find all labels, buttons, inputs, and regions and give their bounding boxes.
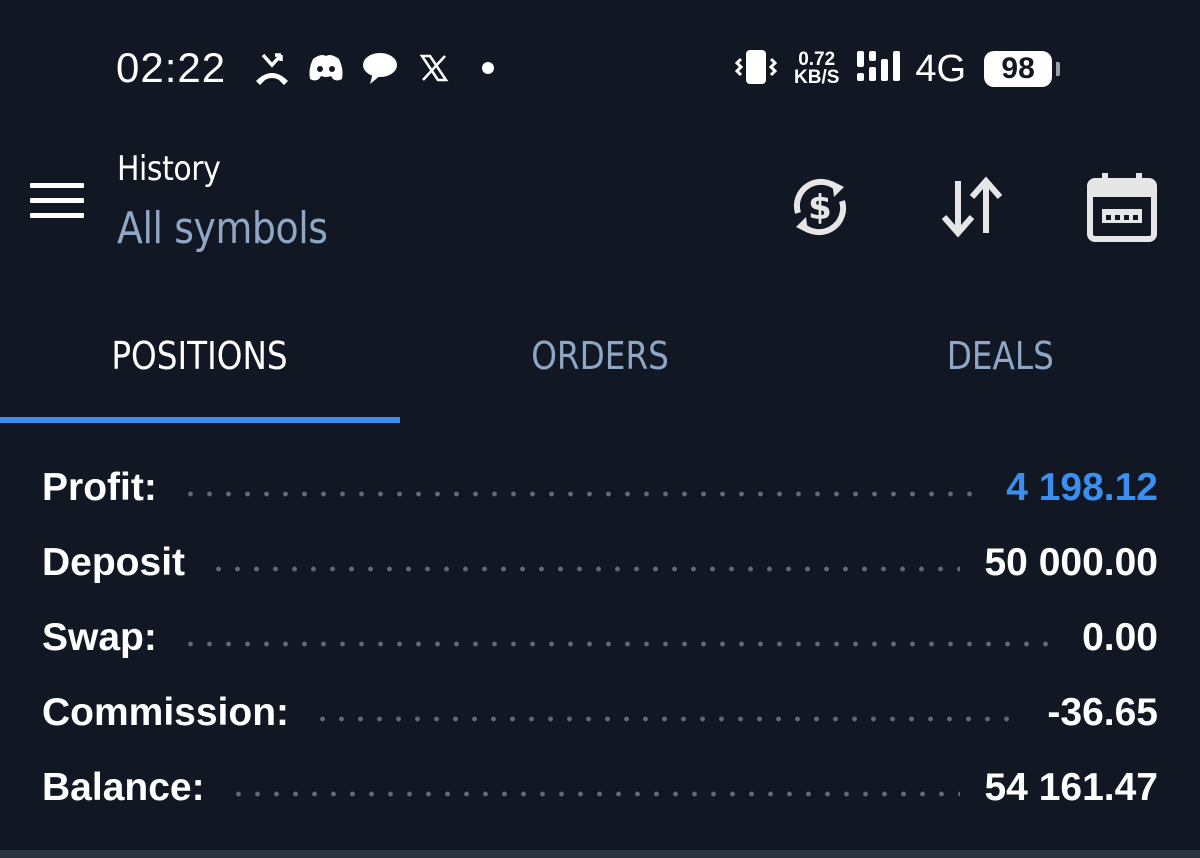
summary-value: 0.00 bbox=[1082, 615, 1158, 659]
dot-leader bbox=[313, 715, 1024, 722]
toolbar: History All symbols $ bbox=[0, 135, 1200, 285]
summary-label: Profit: bbox=[42, 465, 157, 509]
tab-deals[interactable]: DEALS bbox=[800, 300, 1200, 424]
discord-icon bbox=[306, 48, 346, 88]
tab-label: ORDERS bbox=[531, 334, 669, 378]
active-tab-indicator bbox=[0, 417, 400, 423]
svg-text:$: $ bbox=[808, 188, 832, 228]
bottom-divider bbox=[0, 850, 1200, 858]
summary-label: Commission: bbox=[42, 690, 290, 734]
chat-bubble-icon bbox=[360, 48, 400, 88]
hamburger-line bbox=[30, 198, 84, 203]
symbol-filter[interactable]: All symbols bbox=[117, 203, 328, 254]
status-time: 02:22 bbox=[116, 44, 227, 91]
summary-value: 4 198.12 bbox=[1006, 465, 1158, 509]
network-type: 4G bbox=[915, 47, 967, 90]
page-title: History bbox=[117, 149, 221, 189]
summary-row-deposit: Deposit 50 000.00 bbox=[42, 525, 1158, 600]
dot-leader bbox=[209, 565, 961, 572]
signal-icon bbox=[855, 49, 907, 90]
summary-value: 50 000.00 bbox=[984, 540, 1158, 584]
summary-value: 54 161.47 bbox=[984, 765, 1158, 809]
currency-refresh-button[interactable]: $ bbox=[780, 167, 860, 247]
x-icon bbox=[414, 48, 454, 88]
summary-value: -36.65 bbox=[1047, 690, 1158, 734]
dot-icon bbox=[468, 48, 508, 88]
dot-leader bbox=[228, 790, 961, 797]
sort-icon bbox=[941, 176, 1003, 238]
hamburger-line bbox=[30, 213, 84, 218]
tab-orders[interactable]: ORDERS bbox=[400, 300, 800, 424]
summary-row-commission: Commission: -36.65 bbox=[42, 675, 1158, 750]
tab-label: DEALS bbox=[946, 334, 1054, 378]
summary-label: Deposit bbox=[42, 540, 186, 584]
tab-label: POSITIONS bbox=[111, 334, 289, 378]
summary-row-balance: Balance: 54 161.47 bbox=[42, 750, 1158, 825]
summary-row-swap: Swap: 0.00 bbox=[42, 600, 1158, 675]
tab-bar: POSITIONS ORDERS DEALS bbox=[0, 300, 1200, 424]
summary-label: Swap: bbox=[42, 615, 157, 659]
menu-button[interactable] bbox=[30, 183, 86, 227]
tab-positions[interactable]: POSITIONS bbox=[0, 300, 400, 424]
network-speed-unit: KB/S bbox=[794, 67, 840, 88]
sort-button[interactable] bbox=[932, 167, 1012, 247]
currency-refresh-icon: $ bbox=[793, 178, 847, 236]
missed-call-icon bbox=[252, 48, 292, 88]
hamburger-line bbox=[30, 183, 84, 188]
notification-icons bbox=[252, 48, 508, 88]
battery-indicator: 98 bbox=[984, 51, 1061, 87]
calendar-button[interactable] bbox=[1082, 167, 1162, 247]
dot-leader bbox=[180, 490, 983, 497]
status-bar: 02:22 0.72 KB/S 4G 98 bbox=[0, 0, 1200, 135]
calendar-icon bbox=[1087, 173, 1157, 242]
summary-row-profit: Profit: 4 198.12 bbox=[42, 450, 1158, 525]
dot-leader bbox=[180, 640, 1059, 647]
status-right: 0.72 KB/S 4G 98 bbox=[732, 44, 1061, 94]
vibrate-icon bbox=[732, 47, 780, 92]
summary-label: Balance: bbox=[42, 765, 205, 809]
network-speed: 0.72 KB/S bbox=[794, 50, 840, 88]
